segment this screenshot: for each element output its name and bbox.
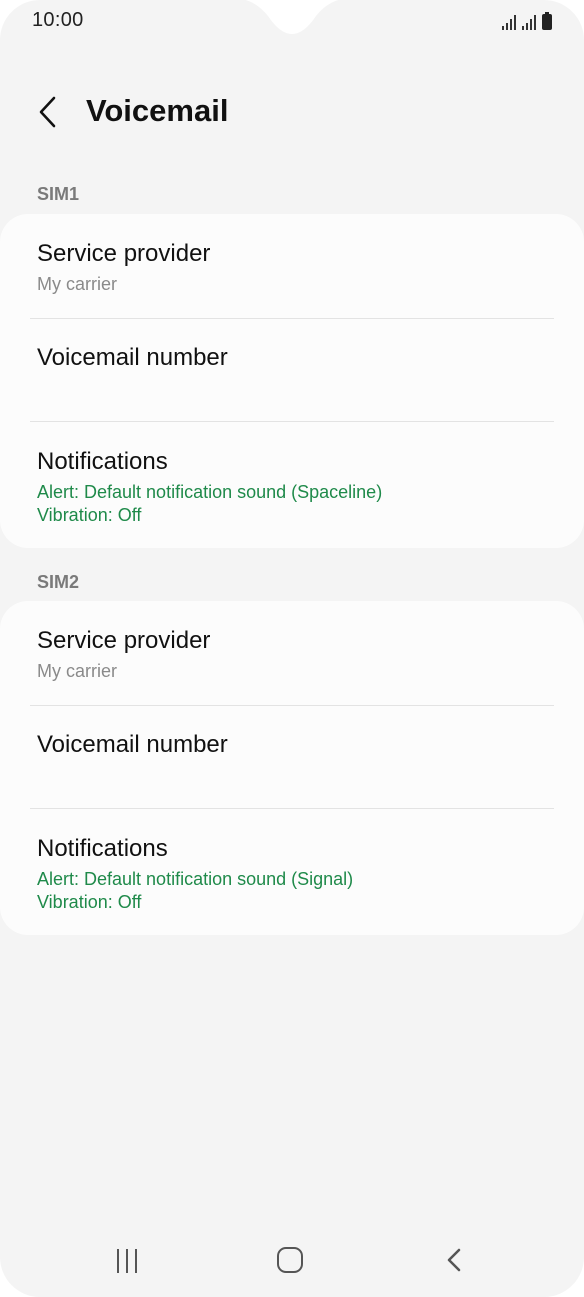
sim2-notifications-row[interactable]: Notifications Alert: Default notificatio… xyxy=(0,809,584,935)
battery-icon xyxy=(542,12,552,30)
back-button[interactable] xyxy=(30,90,70,134)
row-subtitle: My carrier xyxy=(37,661,117,681)
camera-notch xyxy=(245,0,339,34)
section-header-sim1: SIM1 xyxy=(37,184,80,204)
home-icon[interactable] xyxy=(277,1247,303,1273)
row-title: Service provider xyxy=(37,627,211,654)
row-alert-text: Alert: Default notification sound (Space… xyxy=(37,482,383,502)
phone-screen: 10:00 Voicemail SIM1 Service provider My… xyxy=(0,0,584,1297)
sim1-service-provider-row[interactable]: Service provider My carrier xyxy=(0,214,584,318)
row-subtitle: My carrier xyxy=(37,274,117,294)
page-title: Voicemail xyxy=(86,93,229,128)
sim2-service-provider-row[interactable]: Service provider My carrier xyxy=(0,601,584,705)
sim1-notifications-row[interactable]: Notifications Alert: Default notificatio… xyxy=(0,422,584,548)
row-title: Notifications xyxy=(37,835,168,862)
row-vibration-text: Vibration: Off xyxy=(37,892,142,912)
back-arrow-icon xyxy=(39,96,56,128)
row-title: Voicemail number xyxy=(37,344,228,371)
sim1-voicemail-number-row[interactable]: Voicemail number xyxy=(0,319,584,422)
row-title: Notifications xyxy=(37,448,168,475)
status-icons xyxy=(502,10,552,30)
row-title: Service provider xyxy=(37,240,211,267)
row-alert-text: Alert: Default notification sound (Signa… xyxy=(37,869,354,889)
row-title: Voicemail number xyxy=(37,731,228,758)
section-header-sim2: SIM2 xyxy=(37,572,80,592)
status-time: 10:00 xyxy=(32,9,84,31)
sim2-voicemail-number-row[interactable]: Voicemail number xyxy=(0,706,584,809)
sim2-settings-card: Service provider My carrier Voicemail nu… xyxy=(0,601,584,935)
sim1-settings-card: Service provider My carrier Voicemail nu… xyxy=(0,214,584,548)
nav-back-chevron-icon xyxy=(447,1248,461,1272)
back-icon[interactable] xyxy=(440,1245,470,1275)
row-vibration-text: Vibration: Off xyxy=(37,505,142,525)
signal-sim2-icon xyxy=(522,14,536,30)
recents-icon[interactable] xyxy=(112,1247,142,1275)
signal-sim1-icon xyxy=(502,14,516,30)
